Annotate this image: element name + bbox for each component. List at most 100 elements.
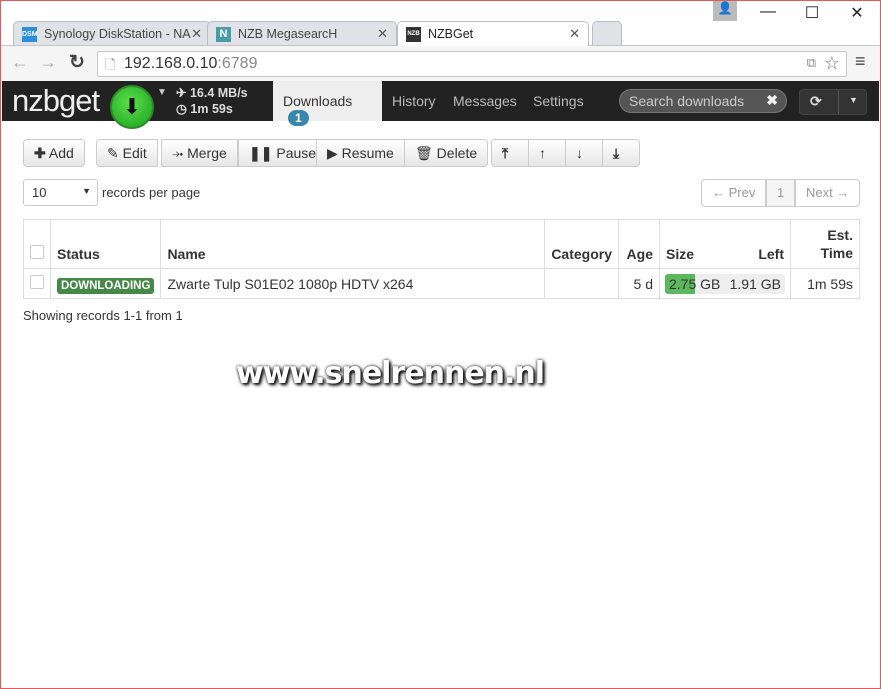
merge-icon: ⤞: [172, 145, 184, 161]
table-row[interactable]: DOWNLOADING Zwarte Tulp S01E02 1080p HDT…: [23, 268, 860, 299]
menu-icon[interactable]: ≡: [855, 51, 866, 72]
tab-title: NZBGet: [428, 27, 474, 41]
close-tab-icon[interactable]: ✕: [377, 26, 388, 42]
download-left: 1.91 GB: [729, 275, 781, 292]
page-size-value: 10: [32, 185, 47, 200]
browser-toolbar: ← → ↻ 🗋 192.168.0.10:6789 ⧉ ☆ ≡: [1, 45, 880, 81]
page-size-select[interactable]: 10 ▼: [23, 179, 98, 206]
move-up-button[interactable]: ↑: [528, 139, 566, 167]
header-category[interactable]: Category: [544, 219, 619, 269]
records-summary: Showing records 1-1 from 1: [23, 308, 183, 323]
tab-megasearch[interactable]: N NZB MegasearcH ✕: [207, 21, 397, 46]
select-all-checkbox[interactable]: [30, 245, 44, 259]
trash-icon: 🗑: [415, 145, 433, 161]
tab-history[interactable]: History: [382, 81, 446, 121]
button-label: Add: [48, 145, 74, 161]
header-time: Time: [820, 245, 853, 261]
button-label: Resume: [341, 145, 394, 161]
next-page-button[interactable]: Next →: [795, 179, 860, 207]
caret-down-icon[interactable]: ▼: [157, 87, 167, 98]
row-checkbox[interactable]: [30, 275, 44, 289]
translate-icon[interactable]: ⧉: [807, 55, 816, 71]
downloads-table: Status Name Category Age Size Left Est. Ti…: [23, 219, 860, 299]
download-toggle-button[interactable]: ⬇: [110, 85, 154, 129]
forward-icon[interactable]: →: [39, 52, 57, 73]
records-per-page-label: records per page: [102, 185, 201, 200]
tab-downloads[interactable]: Downloads1: [273, 81, 382, 126]
refresh-icon[interactable]: ⟳: [810, 93, 822, 110]
back-icon[interactable]: ←: [11, 52, 29, 73]
clock-icon: ◷: [176, 102, 187, 116]
header-size: Size: [666, 246, 695, 262]
caret-down-icon: ▼: [82, 186, 91, 196]
refresh-button-group: ⟳ ▼: [799, 89, 867, 115]
edit-icon: ✎: [107, 145, 119, 161]
refresh-options-caret-icon[interactable]: ▼: [838, 90, 858, 114]
header-status[interactable]: Status: [49, 219, 162, 269]
close-tab-icon[interactable]: ✕: [569, 26, 580, 42]
header-size-left[interactable]: Size Left: [659, 219, 791, 269]
tab-messages[interactable]: Messages: [443, 81, 527, 121]
dsm-icon: DSM: [22, 27, 38, 42]
pause-button[interactable]: ❚❚ Pause: [238, 139, 328, 167]
clear-search-icon[interactable]: ✖: [766, 92, 778, 109]
download-icon: ⬇: [122, 94, 142, 119]
download-size: 2.75 GB: [669, 275, 721, 292]
header-age[interactable]: Age: [618, 219, 660, 269]
play-icon: ▶: [327, 145, 338, 161]
tab-settings[interactable]: Settings: [523, 81, 594, 121]
move-bottom-icon: ⤓: [613, 145, 620, 161]
tab-nzbget[interactable]: NZB NZBGet ✕: [397, 21, 589, 46]
url-host: 192.168.0.10: [124, 55, 218, 72]
page-1-button[interactable]: 1: [766, 179, 796, 207]
merge-button[interactable]: ⤞ Merge: [161, 139, 238, 167]
download-age: 5 d: [618, 268, 660, 299]
delete-button[interactable]: 🗑 Delete: [404, 139, 489, 167]
download-name[interactable]: Zwarte Tulp S01E02 1080p HDTV x264: [160, 268, 546, 299]
nzbget-icon: NZB: [406, 27, 421, 42]
header-left: Left: [758, 246, 784, 262]
close-tab-icon[interactable]: ✕: [191, 26, 202, 42]
move-bottom-button[interactable]: ⤓: [602, 139, 640, 167]
add-button[interactable]: ✚ Add: [23, 139, 85, 167]
time-left: 1m 59s: [190, 102, 233, 116]
maximize-button[interactable]: ☐: [797, 3, 827, 23]
megasearch-icon: N: [216, 27, 231, 42]
button-label: Edit: [122, 145, 147, 161]
pause-icon: ❚❚: [249, 145, 273, 161]
button-label: Delete: [436, 145, 478, 161]
header-name[interactable]: Name: [160, 219, 546, 269]
star-icon[interactable]: ☆: [824, 53, 840, 74]
resume-button[interactable]: ▶ Resume: [316, 139, 405, 167]
profile-icon[interactable]: 👤: [713, 1, 737, 21]
watermark: www.snelrennen.nl: [236, 356, 545, 391]
prev-page-button[interactable]: ← Prev: [701, 179, 767, 207]
arrow-down-icon: ↓: [576, 145, 583, 161]
download-est-time: 1m 59s: [790, 268, 860, 299]
download-category: [544, 268, 619, 299]
search-input[interactable]: Search downloads ✖: [619, 89, 787, 113]
move-down-button[interactable]: ↓: [565, 139, 603, 167]
app-navbar: nzbget ⬇ ▼ ✈ 16.4 MB/s ◷ 1m 59s Download…: [2, 81, 879, 129]
tab-synology[interactable]: DSM Synology DiskStation - NA ✕: [13, 21, 211, 46]
tab-title: NZB MegasearcH: [238, 27, 338, 41]
download-speed: 16.4 MB/s: [189, 86, 248, 100]
search-placeholder: Search downloads: [629, 93, 745, 109]
button-label: Pause: [276, 145, 317, 161]
address-bar[interactable]: 🗋 192.168.0.10:6789 ⧉ ☆: [97, 51, 847, 77]
move-top-icon: ⤒: [502, 145, 509, 161]
close-window-button[interactable]: ✕: [842, 3, 872, 23]
downloads-count-badge: 1: [288, 110, 309, 126]
nzbget-logo: nzbget: [12, 83, 100, 118]
reload-icon[interactable]: ↻: [69, 51, 85, 74]
button-label: Merge: [187, 145, 227, 161]
minimize-button[interactable]: —: [753, 3, 783, 21]
speed-status[interactable]: ✈ 16.4 MB/s ◷ 1m 59s: [176, 85, 248, 117]
edit-button[interactable]: ✎ Edit: [96, 139, 158, 167]
plane-icon: ✈: [176, 86, 187, 100]
new-tab-button[interactable]: [592, 21, 622, 46]
plus-icon: ✚: [34, 145, 46, 161]
move-top-button[interactable]: ⤒: [491, 139, 529, 167]
header-est-time[interactable]: Est. Time: [790, 219, 860, 269]
browser-titlebar: DSM Synology DiskStation - NA ✕ N NZB Megas…: [1, 1, 880, 46]
